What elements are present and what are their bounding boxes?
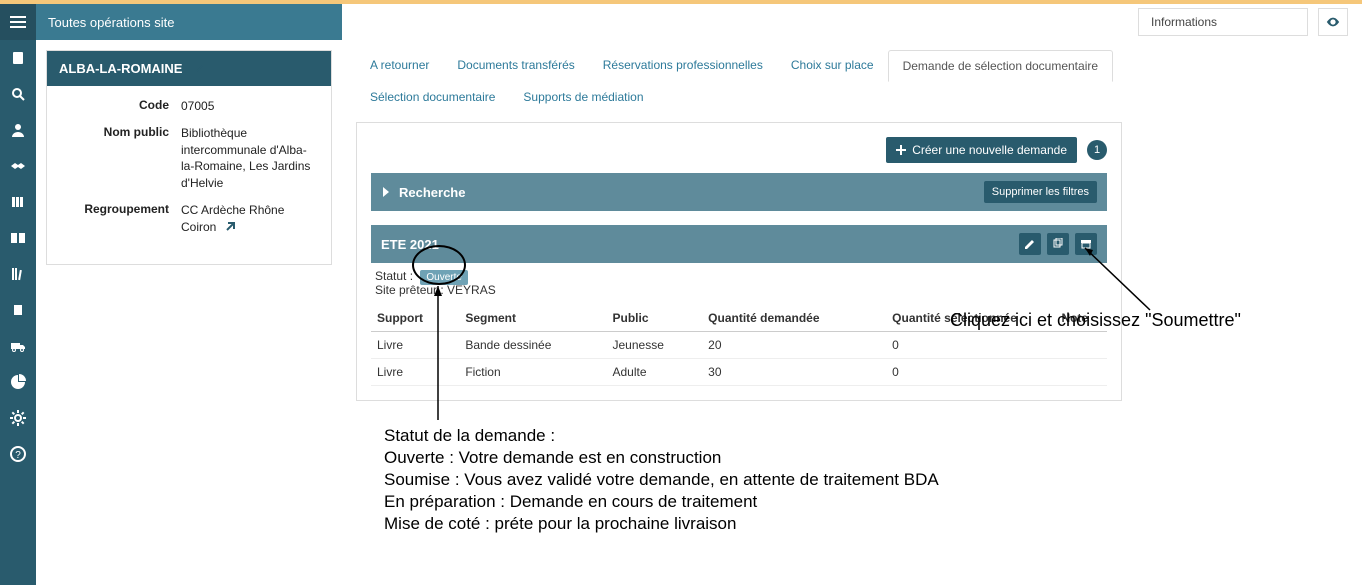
help-icon[interactable]: ? — [0, 436, 36, 472]
nompublic-value: Bibliothèque intercommunale d'Alba-la-Ro… — [181, 125, 317, 192]
left-nav: ? — [0, 4, 36, 585]
cell-qd: 20 — [702, 332, 886, 359]
copy-icon — [1052, 238, 1064, 250]
create-request-button[interactable]: Créer une nouvelle demande — [886, 137, 1077, 163]
chevron-right-icon[interactable] — [381, 187, 391, 197]
truck-icon[interactable] — [0, 328, 36, 364]
shelf-icon[interactable] — [0, 256, 36, 292]
annotation-line: Soumise : Vous avez validé votre demande… — [384, 469, 939, 491]
annotation-line: Mise de coté : préte pour la prochaine l… — [384, 513, 939, 535]
handshake-icon[interactable] — [0, 148, 36, 184]
tab-demande-selection[interactable]: Demande de sélection documentaire — [888, 50, 1113, 82]
annotation-line: En préparation : Demande en cours de tra… — [384, 491, 939, 513]
status-label: Statut : — [375, 269, 413, 283]
col-quantite-selectionnee: Quantité sélectionnée — [886, 305, 1055, 332]
archive-request-button[interactable] — [1075, 233, 1097, 255]
col-segment: Segment — [459, 305, 606, 332]
main-content: A retourner Documents transférés Réserva… — [356, 50, 1122, 401]
demande-panel: Créer une nouvelle demande 1 Recherche S… — [356, 122, 1122, 401]
cell-public: Adulte — [607, 359, 703, 386]
cell-public: Jeunesse — [607, 332, 703, 359]
cell-note — [1055, 359, 1107, 386]
tab-supports-mediation[interactable]: Supports de médiation — [509, 82, 657, 112]
clear-filters-button[interactable]: Supprimer les filtres — [984, 181, 1097, 203]
site-panel-header: ALBA-LA-ROMAINE — [47, 51, 331, 86]
site-name: ALBA-LA-ROMAINE — [59, 61, 182, 76]
pie-icon[interactable] — [0, 364, 36, 400]
copy-request-button[interactable] — [1047, 233, 1069, 255]
book-icon[interactable] — [0, 40, 36, 76]
tab-reservations-pro[interactable]: Réservations professionnelles — [589, 50, 777, 82]
cell-qs: 0 — [886, 332, 1055, 359]
books-icon[interactable] — [0, 184, 36, 220]
info-panel-header[interactable]: Informations — [1138, 8, 1308, 36]
gear-icon[interactable] — [0, 400, 36, 436]
create-request-label: Créer une nouvelle demande — [912, 143, 1067, 157]
col-public: Public — [607, 305, 703, 332]
table-row: Livre Bande dessinée Jeunesse 20 0 — [371, 332, 1107, 359]
annotation-text-status: Statut de la demande : Ouverte : Votre d… — [384, 425, 939, 535]
page-title-bar: Toutes opérations site — [36, 4, 342, 40]
film-icon[interactable] — [0, 292, 36, 328]
annotation-line: Ouverte : Votre demande est en construct… — [384, 447, 939, 469]
person-icon[interactable] — [0, 112, 36, 148]
col-support: Support — [371, 305, 459, 332]
code-label: Code — [61, 98, 181, 115]
cell-support: Livre — [371, 359, 459, 386]
tab-selection-documentaire[interactable]: Sélection documentaire — [356, 82, 509, 112]
site-panel: ALBA-LA-ROMAINE Code 07005 Nom public Bi… — [46, 50, 332, 265]
tab-a-retourner[interactable]: A retourner — [356, 50, 443, 82]
pencil-icon — [1024, 238, 1036, 250]
tab-choix-sur-place[interactable]: Choix sur place — [777, 50, 888, 82]
svg-text:?: ? — [15, 450, 21, 461]
regroup-value: CC Ardèche Rhône Coiron — [181, 202, 317, 236]
cell-segment: Bande dessinée — [459, 332, 606, 359]
plus-icon — [896, 145, 906, 155]
toggle-visibility-button[interactable] — [1318, 8, 1348, 36]
cell-segment: Fiction — [459, 359, 606, 386]
col-note: Note — [1055, 305, 1107, 332]
info-label: Informations — [1151, 15, 1217, 29]
search-icon[interactable] — [0, 76, 36, 112]
cell-qd: 30 — [702, 359, 886, 386]
open-book-icon[interactable] — [0, 220, 36, 256]
eye-icon — [1326, 15, 1340, 29]
request-meta: Statut : Ouverte Site prêteur : VEYRAS — [371, 263, 1107, 301]
tab-documents-transferes[interactable]: Documents transférés — [443, 50, 588, 82]
code-value: 07005 — [181, 98, 317, 115]
request-title: ETE 2021 — [381, 237, 439, 252]
site-preteur-value: VEYRAS — [447, 283, 496, 297]
cell-qs: 0 — [886, 359, 1055, 386]
request-header-bar: ETE 2021 — [371, 225, 1107, 263]
col-quantite-demandee: Quantité demandée — [702, 305, 886, 332]
menu-icon[interactable] — [0, 4, 36, 40]
search-label: Recherche — [399, 185, 465, 200]
search-bar: Recherche Supprimer les filtres — [371, 173, 1107, 211]
nompublic-label: Nom public — [61, 125, 181, 192]
cell-note — [1055, 332, 1107, 359]
regroup-label: Regroupement — [61, 202, 181, 236]
external-link-icon[interactable] — [194, 62, 208, 76]
request-table: Support Segment Public Quantité demandée… — [371, 305, 1107, 386]
edit-request-button[interactable] — [1019, 233, 1041, 255]
page-title: Toutes opérations site — [48, 15, 174, 30]
request-count-badge: 1 — [1087, 140, 1107, 160]
annotation-line: Statut de la demande : — [384, 425, 939, 447]
table-row: Livre Fiction Adulte 30 0 — [371, 359, 1107, 386]
tabs: A retourner Documents transférés Réserva… — [356, 50, 1122, 112]
archive-icon — [1080, 238, 1092, 250]
external-link-icon[interactable] — [224, 221, 238, 235]
cell-support: Livre — [371, 332, 459, 359]
site-preteur-label: Site prêteur : — [375, 283, 447, 297]
